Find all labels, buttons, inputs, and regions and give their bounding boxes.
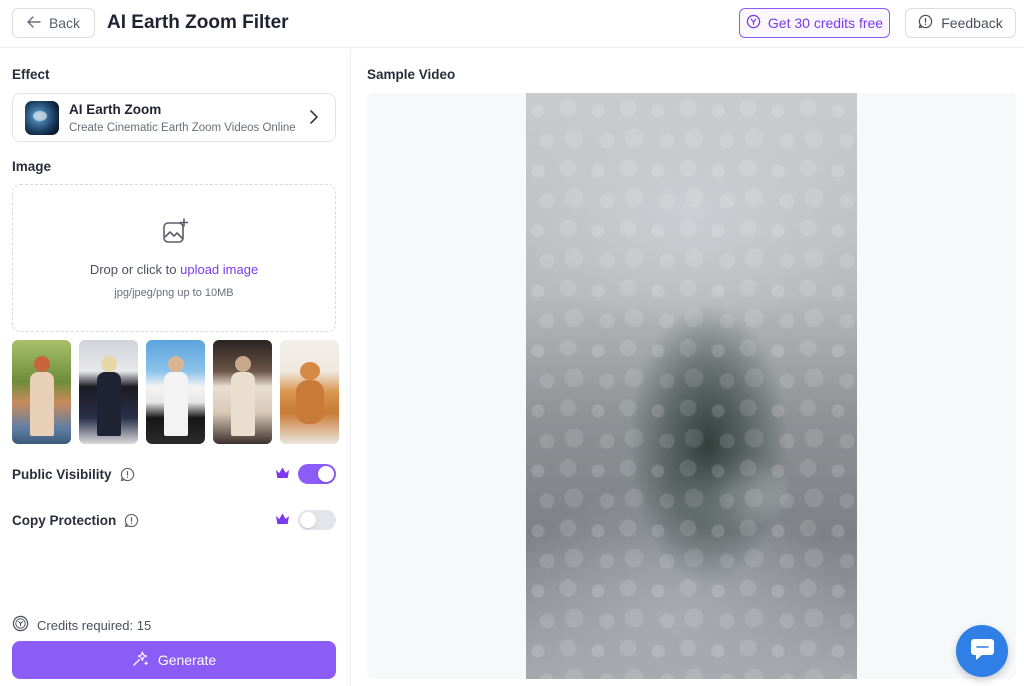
get-credits-label: Get 30 credits free [767, 15, 884, 31]
feedback-label: Feedback [941, 15, 1003, 31]
sample-video-label: Sample Video [367, 67, 456, 82]
sample-figure-body [164, 372, 188, 436]
sample-image[interactable] [213, 340, 272, 444]
sample-figure-head [168, 356, 184, 372]
sample-figure-head [34, 356, 50, 372]
effect-name: AI Earth Zoom [69, 101, 162, 117]
effect-section-label: Effect [12, 67, 50, 82]
back-button[interactable]: Back [12, 8, 95, 38]
get-credits-button[interactable]: Get 30 credits free [739, 8, 890, 38]
sample-image[interactable] [79, 340, 138, 444]
feedback-button[interactable]: Feedback [905, 8, 1016, 38]
info-icon[interactable] [124, 513, 139, 528]
sparkle-icon [132, 650, 149, 670]
coin-icon [12, 615, 29, 635]
settings-panel: Effect AI Earth Zoom Create Cinematic Ea… [0, 49, 351, 686]
crown-icon [275, 512, 290, 530]
sample-image[interactable] [12, 340, 71, 444]
effect-selector[interactable]: AI Earth Zoom Create Cinematic Earth Zoo… [12, 93, 336, 142]
public-visibility-row: Public Visibility [12, 462, 336, 486]
drop-text: Drop or click to [89, 262, 181, 277]
sample-figure-body [231, 372, 255, 436]
copy-protection-toggle[interactable] [298, 510, 336, 530]
chat-icon [968, 636, 996, 667]
top-bar: Back AI Earth Zoom Filter Get 30 credits… [0, 0, 1024, 48]
generate-button[interactable]: Generate [12, 641, 336, 679]
sample-figure-body [30, 372, 54, 436]
generate-label: Generate [157, 652, 217, 668]
copy-protection-label: Copy Protection [12, 512, 117, 528]
upload-format-hint: jpg/jpeg/png up to 10MB [114, 287, 234, 299]
upload-image-link[interactable]: upload image [180, 262, 258, 277]
toggle-knob [300, 512, 316, 528]
sample-figure-body [296, 380, 324, 424]
feedback-icon [918, 14, 933, 32]
credits-required: Credits required: 15 [12, 615, 151, 635]
public-visibility-toggle[interactable] [298, 464, 336, 484]
sample-figure-body [97, 372, 121, 436]
effect-description: Create Cinematic Earth Zoom Videos Onlin… [69, 121, 296, 134]
crown-icon [275, 466, 290, 484]
public-visibility-label: Public Visibility [12, 466, 112, 482]
add-image-icon [161, 217, 189, 250]
sample-images [12, 340, 339, 444]
image-upload-dropzone[interactable]: Drop or click to upload image jpg/jpeg/p… [12, 184, 336, 332]
coin-icon [746, 14, 761, 32]
image-section-label: Image [12, 159, 52, 174]
sample-figure-head [300, 362, 320, 380]
arrow-left-icon [27, 15, 41, 31]
sample-figure-head [235, 356, 251, 372]
page-title: AI Earth Zoom Filter [107, 12, 289, 33]
sample-image[interactable] [146, 340, 205, 444]
chat-support-button[interactable] [956, 625, 1008, 677]
info-icon[interactable] [120, 467, 135, 482]
sample-figure-head [101, 356, 117, 372]
video-texture [526, 93, 857, 679]
credits-required-text: Credits required: 15 [37, 617, 152, 633]
sample-image[interactable] [280, 340, 339, 444]
chevron-right-icon [309, 109, 319, 130]
copy-protection-row: Copy Protection [12, 508, 336, 532]
sample-video-player[interactable] [526, 93, 857, 679]
upload-instructions: Drop or click to upload image [13, 262, 335, 277]
back-label: Back [48, 15, 81, 31]
earth-thumbnail [25, 100, 59, 135]
toggle-knob [318, 466, 334, 482]
